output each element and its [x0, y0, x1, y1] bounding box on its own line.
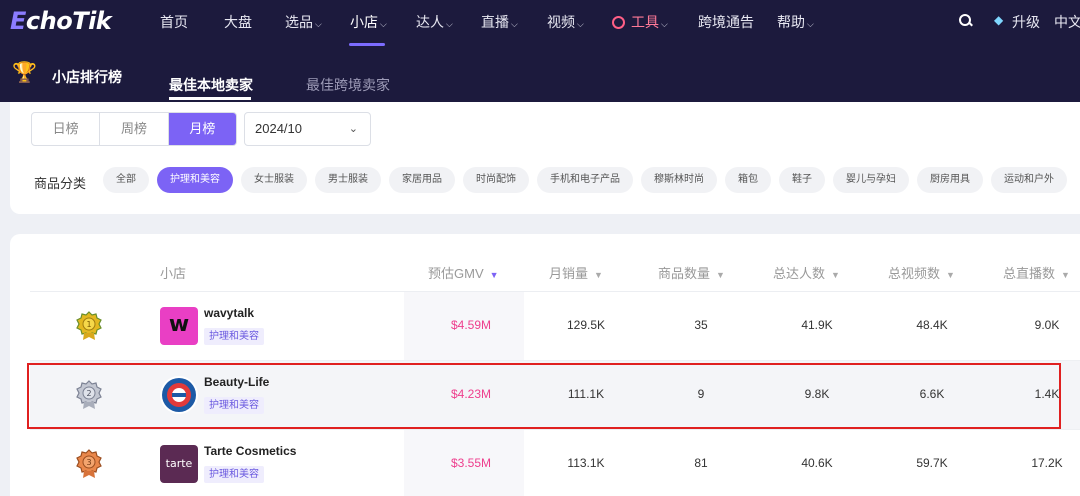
creators-value: 41.9K — [801, 318, 833, 332]
chevron-down-icon: ⌵ — [315, 19, 322, 29]
upgrade-button[interactable]: 升级 — [1012, 12, 1040, 32]
category-chip-accessories[interactable]: 时尚配饰 — [463, 167, 529, 193]
nav-products[interactable]: 选品 ⌵ — [285, 12, 322, 32]
sort-icon: ▼ — [716, 270, 725, 280]
monthly-sales-value: 113.1K — [567, 456, 605, 470]
shop-logo-tarte[interactable]: tarte — [160, 445, 198, 483]
sort-icon: ▼ — [594, 270, 603, 280]
category-chip-sports[interactable]: 运动和户外 — [991, 167, 1067, 193]
top-nav: EchoTik 首页 大盘 选品 ⌵ 小店 ⌵ 达人 ⌵ 直播 ⌵ 视频 ⌵ 工具 ⌵ 跨境… — [0, 0, 1080, 48]
nav-market[interactable]: 大盘 — [224, 12, 252, 32]
table-row[interactable]: 3 tarte Tarte Cosmetics 护理和美容 $3.55M 113… — [30, 430, 1080, 496]
category-chips: 全部 护理和美容 女士服装 男士服装 家居用品 时尚配饰 手机和电子产品 穆斯林… — [103, 167, 1067, 193]
shop-category-tag: 护理和美容 — [204, 328, 264, 345]
svg-text:1: 1 — [86, 320, 91, 329]
nav-creators[interactable]: 达人 ⌵ — [416, 12, 453, 32]
category-chip-beauty[interactable]: 护理和美容 — [157, 167, 233, 193]
header-monthly-sales[interactable]: 月销量 ▼ — [549, 263, 603, 282]
category-label: 商品分类 — [34, 176, 87, 191]
product-count-value: 81 — [694, 456, 708, 470]
chevron-down-icon: ⌵ — [661, 19, 668, 29]
nav-shops[interactable]: 小店 ⌵ — [350, 12, 387, 32]
sort-icon: ▼ — [946, 270, 955, 280]
period-toggle: 日榜 周榜 月榜 — [31, 112, 237, 146]
header-gmv[interactable]: 预估GMV ▼ — [428, 263, 499, 282]
header-videos[interactable]: 总视频数 ▼ — [888, 263, 955, 282]
category-chip-baby[interactable]: 婴儿与孕妇 — [833, 167, 909, 193]
sort-icon: ▼ — [489, 270, 499, 280]
category-chip-muslim-fashion[interactable]: 穆斯林时尚 — [641, 167, 717, 193]
language-switch[interactable]: 中文 — [1054, 12, 1080, 32]
category-chip-shoes[interactable]: 鞋子 — [779, 167, 825, 193]
gmv-value: $4.59M — [450, 318, 492, 332]
sort-icon: ▼ — [1061, 270, 1070, 280]
videos-value: 59.7K — [916, 456, 948, 470]
nav-video[interactable]: 视频 ⌵ — [547, 12, 584, 32]
product-count-value: 35 — [694, 318, 708, 332]
chevron-down-icon: ⌵ — [380, 19, 387, 29]
shop-logo-wavytalk[interactable]: w — [160, 307, 198, 345]
nav-tools[interactable]: 工具 ⌵ — [612, 12, 668, 32]
category-chip-kitchen[interactable]: 厨房用具 — [917, 167, 983, 193]
category-chip-bags[interactable]: 箱包 — [725, 167, 771, 193]
tab-best-local-sellers[interactable]: 最佳本地卖家 — [169, 75, 253, 95]
creators-value: 40.6K — [801, 456, 833, 470]
bronze-medal-icon: 3 — [76, 449, 102, 478]
sort-icon: ▼ — [831, 270, 840, 280]
period-daily-button[interactable]: 日榜 — [32, 113, 101, 145]
period-weekly-button[interactable]: 周榜 — [100, 113, 169, 145]
nav-help[interactable]: 帮助 ⌵ — [777, 12, 814, 32]
nav-live[interactable]: 直播 ⌵ — [481, 12, 518, 32]
category-chip-mens-apparel[interactable]: 男士服装 — [315, 167, 381, 193]
header-lives[interactable]: 总直播数 ▼ — [1003, 263, 1070, 282]
tab-best-crossborder-sellers[interactable]: 最佳跨境卖家 — [306, 75, 390, 95]
videos-value: 48.4K — [916, 318, 948, 332]
header-creators[interactable]: 总达人数 ▼ — [773, 263, 840, 282]
month-select[interactable]: 2024/10 ⌄ — [244, 112, 371, 146]
chevron-down-icon: ⌄ — [348, 123, 358, 135]
tools-icon — [612, 16, 625, 29]
category-chip-electronics[interactable]: 手机和电子产品 — [537, 167, 633, 193]
chevron-down-icon: ⌵ — [577, 19, 584, 29]
shop-category-tag: 护理和美容 — [204, 466, 264, 483]
nav-active-indicator — [349, 43, 385, 46]
month-value: 2024/10 — [255, 121, 302, 136]
highlight-annotation-box — [27, 363, 1061, 429]
nav-home[interactable]: 首页 — [160, 12, 188, 32]
search-icon[interactable] — [958, 12, 972, 30]
page-title: 小店排行榜 — [52, 69, 122, 85]
category-chip-all[interactable]: 全部 — [103, 167, 149, 193]
echotik-logo[interactable]: EchoTik — [10, 7, 112, 35]
shop-name[interactable]: Tarte Cosmetics — [204, 444, 296, 458]
tab-active-indicator — [169, 97, 251, 100]
category-chip-home[interactable]: 家居用品 — [389, 167, 455, 193]
trophy-icon: 🏆 — [12, 62, 37, 84]
lives-value: 17.2K — [1031, 456, 1063, 470]
header-shop: 小店 — [160, 266, 187, 281]
filter-panel: 日榜 周榜 月榜 2024/10 ⌄ 商品分类 全部 护理和美容 女士服装 男士… — [10, 102, 1080, 214]
diamond-icon: ◆ — [994, 13, 1004, 27]
sub-nav: 🏆 小店排行榜 最佳本地卖家 最佳跨境卖家 — [0, 48, 1080, 102]
table-row[interactable]: 1 w wavytalk 护理和美容 $4.59M 129.5K 35 41.9… — [30, 292, 1080, 360]
nav-crossborder[interactable]: 跨境通告 — [698, 12, 754, 32]
monthly-sales-value: 129.5K — [566, 318, 606, 332]
lives-value: 9.0K — [1034, 318, 1060, 332]
category-chip-womens-apparel[interactable]: 女士服装 — [241, 167, 307, 193]
gold-medal-icon: 1 — [76, 311, 102, 340]
shop-ranking-table: 小店 预估GMV ▼ 月销量 ▼ 商品数量 ▼ 总达人数 ▼ 总视频数 ▼ 总直播数 ▼ 1… — [10, 234, 1080, 496]
header-product-count[interactable]: 商品数量 ▼ — [658, 263, 725, 282]
chevron-down-icon: ⌵ — [511, 19, 518, 29]
gmv-value: $3.55M — [450, 456, 492, 470]
chevron-down-icon: ⌵ — [807, 19, 814, 29]
svg-text:3: 3 — [86, 458, 91, 467]
chevron-down-icon: ⌵ — [446, 19, 453, 29]
shop-name[interactable]: wavytalk — [204, 306, 254, 320]
period-monthly-button[interactable]: 月榜 — [168, 113, 236, 145]
